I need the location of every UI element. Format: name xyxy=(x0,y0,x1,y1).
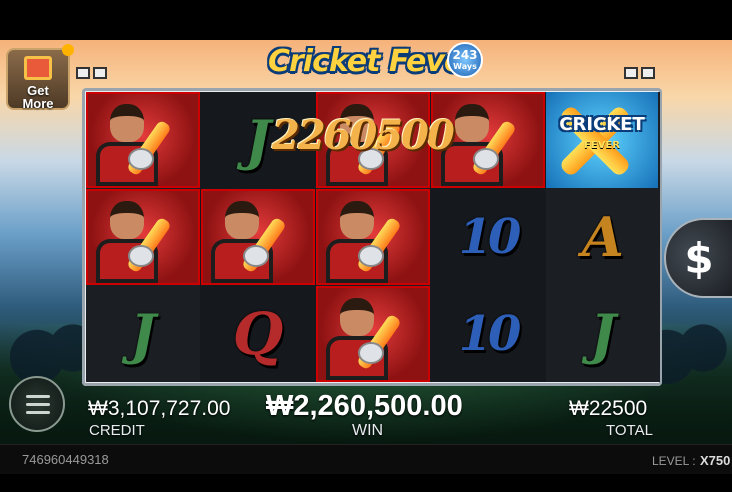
notification-dot xyxy=(62,44,74,56)
reel-column: J xyxy=(86,92,200,382)
get-more-button[interactable]: Get More xyxy=(6,44,74,111)
credit-value: ₩3,107,727.00 xyxy=(88,397,231,420)
symbol-A: A xyxy=(582,205,624,269)
card-symbol: J xyxy=(546,286,660,382)
cricketer-symbol xyxy=(316,189,430,285)
dollar-icon: $ xyxy=(684,233,714,283)
symbol-10: 10 xyxy=(458,306,522,362)
level-value: X750 xyxy=(700,453,731,468)
total-bet-label: TOTAL xyxy=(606,422,653,439)
reel-column: CRICKET FEVER A J xyxy=(546,92,660,382)
symbol-J: J xyxy=(130,302,156,366)
gift-icon xyxy=(24,56,52,80)
symbol-10: 10 xyxy=(458,209,522,265)
floodlight-icon xyxy=(76,66,112,80)
card-symbol: A xyxy=(546,189,660,285)
cricketer-symbol xyxy=(201,189,315,285)
credit-label: CREDIT xyxy=(89,422,145,439)
wild-label-2: FEVER xyxy=(584,140,620,151)
menu-button[interactable] xyxy=(9,376,65,432)
card-symbol: 10 xyxy=(431,286,545,382)
card-symbol: Q xyxy=(201,286,315,382)
cricketer-symbol xyxy=(316,286,430,382)
ways-label: Ways xyxy=(453,62,477,71)
card-symbol: 10 xyxy=(431,189,545,285)
logo-text: Cricket Fever xyxy=(268,44,478,79)
win-label: WIN xyxy=(352,422,384,439)
wild-cricket-fever-symbol: CRICKET FEVER xyxy=(546,92,658,188)
total-bet-value[interactable]: ₩22500 xyxy=(569,397,647,421)
card-symbol: J xyxy=(86,286,200,382)
win-value: ₩2,260,500.00 xyxy=(266,390,463,422)
win-amount-overlay: 2260500 xyxy=(272,112,455,159)
ways-number: 243 xyxy=(452,48,478,62)
cricketer-symbol xyxy=(86,92,200,188)
top-black-bar xyxy=(0,0,732,40)
cricketer-symbol xyxy=(86,189,200,285)
game-logo: Cricket Fever 243 Ways xyxy=(268,40,484,88)
bottom-black-bar xyxy=(0,474,732,492)
floodlight-icon xyxy=(624,66,660,80)
wild-label-1: CRICKET xyxy=(559,114,645,135)
get-more-label-2: More xyxy=(22,96,54,111)
round-id: 746960449318 xyxy=(22,452,109,467)
symbol-J: J xyxy=(590,302,616,366)
hamburger-icon xyxy=(26,395,50,398)
footer-bar: 746960449318 LEVEL : X750 xyxy=(0,444,732,475)
ways-badge: 243 Ways xyxy=(447,42,483,78)
symbol-J: J xyxy=(245,108,271,172)
symbol-Q: Q xyxy=(232,300,284,368)
level-label: LEVEL : xyxy=(652,454,696,468)
